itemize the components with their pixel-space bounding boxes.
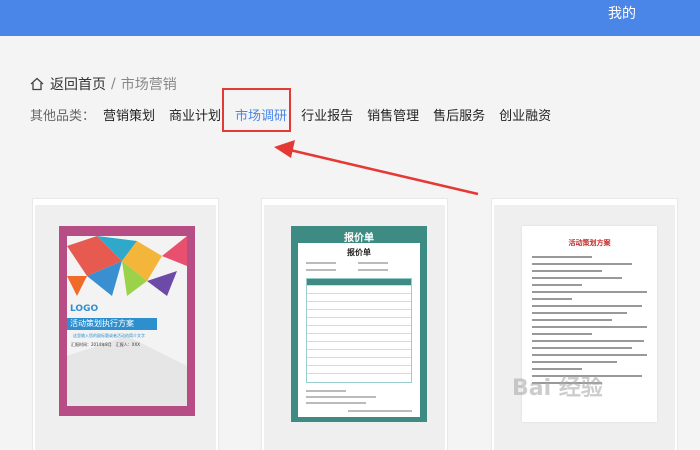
doc-text-line bbox=[532, 270, 602, 272]
template-card[interactable]: 活动策划方案 Bai 经验 bbox=[491, 198, 678, 450]
quote-title: 报价单 bbox=[344, 233, 374, 244]
quote-sheet: 报价单 报价单 bbox=[291, 226, 427, 422]
quote-note-line bbox=[306, 390, 346, 392]
quote-field-line bbox=[358, 269, 388, 271]
highlight-box bbox=[222, 88, 291, 132]
breadcrumb-separator: / bbox=[111, 76, 116, 92]
breadcrumb-current: 市场营销 bbox=[120, 77, 177, 93]
doc-text-line bbox=[532, 333, 592, 335]
quote-note-line bbox=[306, 402, 366, 404]
doc-text-line bbox=[532, 312, 627, 314]
poster-logo: LOGO bbox=[70, 304, 99, 314]
doc-text-line bbox=[532, 319, 612, 321]
doc-text-line bbox=[532, 361, 617, 363]
category-startup-financing[interactable]: 创业融资 bbox=[499, 105, 551, 124]
doc-text-line bbox=[532, 291, 647, 293]
poster-canvas: LOGO 活动策划执行方案 这里输入您的副标题或者活动的简介文字 汇报时间：20… bbox=[67, 236, 187, 406]
category-label: 其他品类： bbox=[30, 108, 96, 124]
doc-text-line bbox=[532, 347, 632, 349]
poster-frame: LOGO 活动策划执行方案 这里输入您的副标题或者活动的简介文字 汇报时间：20… bbox=[59, 226, 195, 416]
top-bar: 我的 bbox=[0, 0, 700, 36]
poster-info: 汇报时间：2014年8月 汇报人：XXX bbox=[71, 342, 140, 347]
home-icon[interactable] bbox=[30, 77, 44, 91]
template-card[interactable]: 报价单 报价单 bbox=[261, 198, 448, 450]
doc-text-line bbox=[532, 256, 592, 258]
doc-text-line bbox=[532, 298, 572, 300]
breadcrumb: 返回首页 / 市场营销 bbox=[30, 74, 177, 94]
quote-note-line bbox=[348, 410, 412, 412]
doc-text-line bbox=[532, 354, 647, 356]
back-home-link[interactable]: 返回首页 bbox=[50, 74, 106, 94]
doc-text-line bbox=[532, 284, 582, 286]
watermark: Bai 经验 bbox=[512, 376, 603, 401]
doc-text-line bbox=[532, 263, 632, 265]
category-business-plan[interactable]: 商业计划 bbox=[169, 105, 221, 124]
card-thumbnail: LOGO 活动策划执行方案 这里输入您的副标题或者活动的简介文字 汇报时间：20… bbox=[35, 205, 216, 450]
my-account-link[interactable]: 我的 bbox=[608, 3, 636, 23]
quote-table bbox=[306, 278, 412, 383]
category-marketing-plan[interactable]: 营销策划 bbox=[103, 105, 155, 124]
doc-text-line bbox=[532, 305, 642, 307]
quote-paper: 报价单 bbox=[298, 243, 420, 417]
category-sales-management[interactable]: 销售管理 bbox=[367, 105, 419, 124]
quote-heading: 报价单 bbox=[347, 248, 371, 257]
template-card[interactable]: LOGO 活动策划执行方案 这里输入您的副标题或者活动的简介文字 汇报时间：20… bbox=[32, 198, 219, 450]
doc-text-line bbox=[532, 326, 647, 328]
doc-text-line bbox=[532, 277, 622, 279]
category-industry-report[interactable]: 行业报告 bbox=[301, 105, 353, 124]
doc-text-line bbox=[532, 340, 644, 342]
quote-field-line bbox=[358, 262, 388, 264]
card-thumbnail: 活动策划方案 Bai 经验 bbox=[494, 205, 675, 450]
quote-field-line bbox=[306, 262, 336, 264]
category-bar: 其他品类： 营销策划 商业计划 市场调研 行业报告 销售管理 售后服务 创业融资 bbox=[30, 105, 565, 124]
card-thumbnail: 报价单 报价单 bbox=[264, 205, 445, 450]
poster-banner: 活动策划执行方案 bbox=[67, 318, 157, 330]
quote-note-line bbox=[306, 396, 376, 398]
poster-subtitle: 这里输入您的副标题或者活动的简介文字 bbox=[73, 333, 145, 338]
document-title: 活动策划方案 bbox=[568, 239, 611, 247]
quote-field-line bbox=[306, 269, 336, 271]
category-after-sales[interactable]: 售后服务 bbox=[433, 105, 485, 124]
